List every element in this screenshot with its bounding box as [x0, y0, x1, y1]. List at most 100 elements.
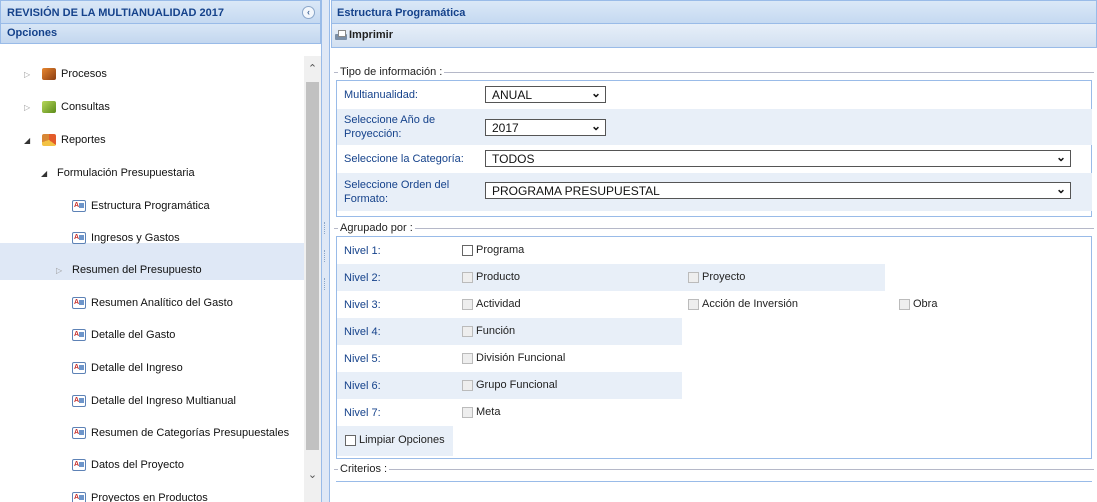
anio-proyeccion-select[interactable]: 2017 ⌄ — [485, 119, 606, 136]
chevron-down-icon: ⌄ — [1055, 150, 1066, 164]
report-icon: A — [72, 362, 86, 374]
scroll-down-icon[interactable]: ⌄ — [304, 468, 321, 488]
tree-item-datos-proyecto[interactable]: A Datos del Proyecto — [72, 454, 184, 476]
panel-title-text: REVISIÓN DE LA MULTIANUALIDAD 2017 — [7, 7, 224, 19]
checkbox-icon[interactable] — [462, 298, 473, 310]
agrupado-por-legend: Agrupado por : — [340, 222, 413, 234]
tree-item-label: Consultas — [61, 101, 110, 113]
tipo-informacion-fieldset: Tipo de información : Multianualidad: AN… — [334, 66, 1094, 221]
expand-arrow-icon[interactable]: ▷ — [24, 70, 34, 79]
orden-formato-label: Seleccione Orden del Formato: — [344, 179, 450, 205]
pie-chart-icon — [42, 134, 56, 146]
scroll-up-icon[interactable]: ⌃ — [304, 62, 321, 82]
print-label: Imprimir — [349, 29, 394, 41]
tree-item-resumen-analitico[interactable]: A Resumen Analítico del Gasto — [72, 292, 233, 314]
tree-item-procesos[interactable]: ▷ Procesos — [24, 63, 107, 85]
collapse-arrow-icon[interactable]: ◢ — [41, 169, 51, 178]
tree-item-resumen-categorias[interactable]: A Resumen de Categorías Presupuestales — [72, 422, 289, 444]
limpiar-opciones-checkbox[interactable]: Limpiar Opciones — [345, 434, 445, 446]
tree-item-label: Detalle del Gasto — [91, 329, 176, 341]
scrollbar-thumb[interactable] — [306, 82, 319, 450]
checkbox-icon[interactable] — [462, 379, 473, 391]
tree-item-label: Resumen de Categorías Presupuestales — [91, 427, 290, 439]
book-icon — [42, 68, 56, 80]
nivel-label: Nivel 4: — [344, 325, 381, 338]
tree-item-resumen-presupuesto[interactable]: ▷ Resumen del Presupuesto — [56, 259, 202, 281]
checkbox-icon[interactable] — [688, 271, 699, 283]
tree-item-proyectos-productos[interactable]: A Proyectos en Productos — [72, 487, 208, 502]
tree-item-label: Reportes — [61, 134, 106, 146]
programa-checkbox[interactable]: Programa — [462, 244, 524, 256]
tree-item-ingresos-gastos[interactable]: A Ingresos y Gastos — [72, 227, 180, 249]
checkbox-label: Actividad — [476, 298, 521, 310]
tree-item-label: Formulación Presupuestaria — [57, 167, 195, 179]
splitter-grip — [324, 250, 327, 262]
producto-checkbox[interactable]: Producto — [462, 271, 520, 283]
obra-checkbox[interactable]: Obra — [899, 298, 937, 310]
tree-item-estructura-programatica[interactable]: A Estructura Programática — [72, 195, 210, 217]
checkbox-icon[interactable] — [462, 271, 473, 283]
orden-formato-select[interactable]: PROGRAMA PRESUPUESTAL ⌄ — [485, 182, 1071, 199]
tree-item-formulacion[interactable]: ◢ Formulación Presupuestaria — [41, 162, 195, 184]
multianualidad-row: Multianualidad: — [337, 81, 1092, 109]
tree-item-consultas[interactable]: ▷ Consultas — [24, 96, 110, 118]
grupo-funcional-checkbox[interactable]: Grupo Funcional — [462, 379, 557, 391]
tree-item-detalle-ingreso-multianual[interactable]: A Detalle del Ingreso Multianual — [72, 390, 236, 412]
tree-item-label: Resumen Analítico del Gasto — [91, 297, 233, 309]
report-icon: A — [72, 427, 86, 439]
chevron-down-icon: ⌄ — [590, 119, 601, 133]
collapse-arrow-icon[interactable]: ◢ — [24, 136, 34, 145]
nivel-label: Nivel 1: — [344, 244, 381, 257]
anio-proyeccion-label: Seleccione Año de Proyección: — [344, 114, 436, 140]
report-icon: A — [72, 232, 86, 244]
panel-splitter[interactable] — [322, 0, 330, 502]
collapse-panel-icon[interactable]: ‹ — [302, 6, 315, 19]
options-tree: ▷ Procesos ▷ Consultas ◢ Reportes ◢ Form… — [0, 56, 304, 502]
report-icon: A — [72, 329, 86, 341]
checkbox-icon[interactable] — [345, 434, 356, 446]
checkbox-label: División Funcional — [476, 352, 566, 364]
multianualidad-select[interactable]: ANUAL ⌄ — [485, 86, 606, 103]
chevron-down-icon: ⌄ — [590, 86, 601, 100]
multianualidad-label: Multianualidad: — [344, 89, 418, 101]
splitter-grip — [324, 222, 327, 234]
checkbox-icon[interactable] — [462, 352, 473, 364]
proyecto-checkbox[interactable]: Proyecto — [688, 271, 745, 283]
nivel-label: Nivel 5: — [344, 352, 381, 365]
checkbox-icon[interactable] — [462, 244, 473, 256]
tree-scrollbar[interactable]: ⌃ ⌄ — [304, 56, 321, 502]
print-button[interactable]: Imprimir — [335, 29, 393, 41]
tree-item-reportes[interactable]: ◢ Reportes — [24, 129, 106, 151]
checkbox-icon[interactable] — [462, 406, 473, 418]
expand-arrow-icon[interactable]: ▷ — [24, 103, 34, 112]
checkbox-label: Proyecto — [702, 271, 746, 283]
expand-arrow-icon[interactable]: ▷ — [56, 266, 66, 275]
tree-item-label: Detalle del Ingreso — [91, 362, 183, 374]
options-panel: REVISIÓN DE LA MULTIANUALIDAD 2017 ‹ Opc… — [0, 0, 322, 502]
tree-item-label: Procesos — [61, 68, 107, 80]
tree-item-detalle-ingreso[interactable]: A Detalle del Ingreso — [72, 357, 183, 379]
nivel-label: Nivel 6: — [344, 379, 381, 392]
tipo-informacion-legend: Tipo de información : — [340, 66, 443, 78]
categoria-select[interactable]: TODOS ⌄ — [485, 150, 1071, 167]
actividad-checkbox[interactable]: Actividad — [462, 298, 521, 310]
meta-checkbox[interactable]: Meta — [462, 406, 500, 418]
funcion-checkbox[interactable]: Función — [462, 325, 515, 337]
tree-item-label: Resumen del Presupuesto — [72, 264, 202, 276]
options-header: Opciones — [0, 24, 321, 44]
multianualidad-value: ANUAL — [492, 88, 533, 102]
nivel-label: Nivel 7: — [344, 406, 381, 419]
criterios-fieldset: Criterios : — [334, 463, 1094, 493]
accion-inversion-checkbox[interactable]: Acción de Inversión — [688, 298, 798, 310]
checkbox-icon[interactable] — [462, 325, 473, 337]
checkbox-icon[interactable] — [899, 298, 910, 310]
agrupado-por-fieldset: Agrupado por : Nivel 1: Programa Nivel 2… — [334, 222, 1094, 462]
tree-item-detalle-gasto[interactable]: A Detalle del Gasto — [72, 324, 175, 346]
chevron-down-icon: ⌄ — [1055, 182, 1066, 196]
orden-formato-value: PROGRAMA PRESUPUESTAL — [492, 184, 660, 198]
checkbox-label: Acción de Inversión — [702, 298, 798, 310]
checkbox-icon[interactable] — [688, 298, 699, 310]
report-icon: A — [72, 395, 86, 407]
division-funcional-checkbox[interactable]: División Funcional — [462, 352, 565, 364]
report-title-text: Estructura Programática — [337, 7, 466, 19]
